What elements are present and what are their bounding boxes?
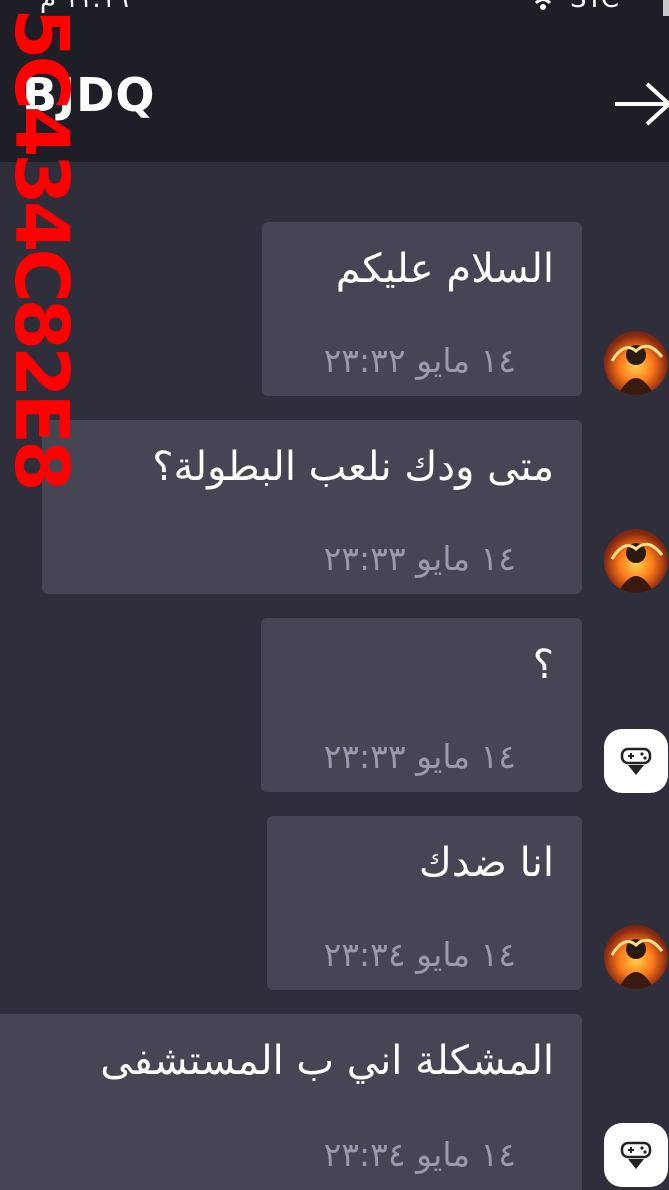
message-time: ١٤ مايو ٢٣:٣٤ [323, 935, 516, 974]
message-bubble[interactable]: متى ودك نلعب البطولة؟ ١٤ مايو ٢٣:٣٣ [42, 420, 582, 594]
gamepad-icon[interactable] [604, 729, 668, 793]
gamepad-icon[interactable] [604, 1123, 668, 1187]
user-avatar[interactable] [604, 925, 668, 989]
gamepad-art [620, 747, 652, 775]
watermark: 5C434C82E8 [0, 8, 84, 488]
message-text: السلام عليكم [335, 246, 554, 292]
message-time: ١٤ مايو ٢٣:٣٣ [323, 539, 516, 578]
message-text: ؟ [532, 642, 554, 688]
avatar-art [610, 542, 664, 593]
message-text: المشكلة اني ب المستشفى [100, 1038, 554, 1084]
message-bubble[interactable]: ؟ ١٤ مايو ٢٣:٣٣ [261, 618, 582, 792]
carrier-label: STC [570, 0, 619, 14]
battery-icon [663, 0, 669, 16]
chat-header: BJDQ [0, 18, 669, 162]
wifi-icon [532, 0, 554, 10]
gamepad-art [620, 1141, 652, 1169]
message-text: انا ضدك [418, 840, 554, 886]
message-bubble[interactable]: السلام عليكم ١٤ مايو ٢٣:٣٢ [262, 222, 582, 396]
message-time: ١٤ مايو ٢٣:٣٣ [323, 737, 516, 776]
arrow-right-icon[interactable] [613, 80, 669, 128]
message-time: ١٤ مايو ٢٣:٣٤ [323, 1135, 516, 1174]
message-text: متى ودك نلعب البطولة؟ [152, 444, 554, 490]
user-avatar[interactable] [604, 331, 668, 395]
user-avatar[interactable] [604, 529, 668, 593]
status-right: STC [530, 0, 639, 14]
message-bubble[interactable]: المشكلة اني ب المستشفى ١٤ مايو ٢٣:٣٤ [0, 1014, 582, 1190]
status-bar: ١١:١٩ م STC [0, 0, 669, 18]
message-time: ١٤ مايو ٢٣:٣٢ [323, 341, 516, 380]
message-bubble[interactable]: انا ضدك ١٤ مايو ٢٣:٣٤ [267, 816, 582, 990]
avatar-art [610, 344, 664, 395]
avatar-art [610, 938, 664, 989]
